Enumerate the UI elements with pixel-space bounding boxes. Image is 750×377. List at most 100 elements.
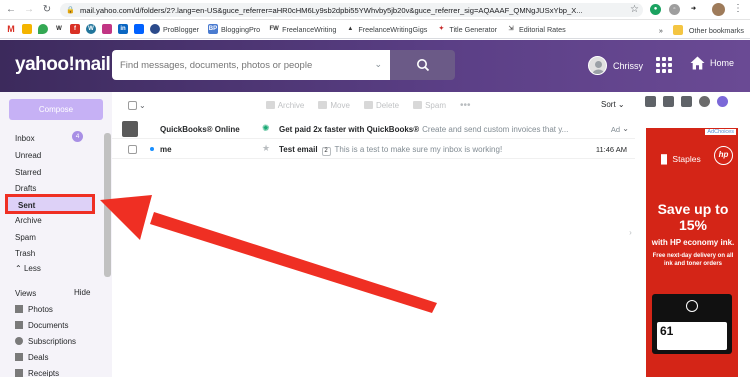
gear-icon[interactable] bbox=[717, 96, 728, 107]
sidebar-item-deals[interactable]: Deals bbox=[15, 353, 48, 362]
inbox-count-badge: 4 bbox=[72, 131, 83, 142]
table-row[interactable]: QuickBooks® Online ✺ Get paid 2x faster … bbox=[112, 119, 635, 139]
delete-button[interactable]: Delete bbox=[363, 101, 399, 110]
spam-icon bbox=[413, 101, 423, 109]
chevron-down-icon: ⌄ bbox=[617, 100, 625, 109]
spam-button[interactable]: Spam bbox=[413, 101, 446, 110]
message-time: 11:46 AM bbox=[595, 145, 627, 154]
user-name[interactable]: Chrissy bbox=[613, 61, 643, 71]
advertiser-logo-icon bbox=[122, 121, 138, 137]
bookmark-bloggingpro[interactable]: BP BloggingPro bbox=[207, 24, 260, 34]
browser-profile-avatar[interactable] bbox=[712, 3, 725, 16]
chevron-right-icon[interactable]: › bbox=[625, 228, 636, 242]
sidebar-item-subscriptions[interactable]: Subscriptions bbox=[15, 337, 76, 346]
other-bookmarks[interactable]: » Other bookmarks bbox=[659, 25, 744, 35]
bookmark-problogger[interactable]: ProBlogger bbox=[150, 24, 199, 34]
sidebar-item-sent[interactable]: Sent bbox=[5, 194, 95, 214]
sort-button[interactable]: Sort ⌄ bbox=[601, 100, 625, 109]
compose-button[interactable]: Compose bbox=[9, 99, 103, 120]
bookmark-title-generator[interactable]: ✦ Title Generator bbox=[436, 24, 497, 34]
extension-icon[interactable]: ● bbox=[650, 4, 661, 15]
ink-label: 61 bbox=[657, 322, 727, 350]
sidebar-item-photos[interactable]: Photos bbox=[15, 305, 53, 314]
search-input[interactable] bbox=[120, 59, 370, 71]
contacts-icon[interactable] bbox=[645, 96, 656, 107]
freelancewriting-icon: FW bbox=[269, 24, 280, 34]
sidebar-item-trash[interactable]: Trash bbox=[15, 249, 35, 258]
search-button[interactable] bbox=[390, 50, 455, 80]
table-row[interactable]: me ★ Test email 2 This is a test to make s… bbox=[112, 139, 635, 159]
subscriptions-label: Subscriptions bbox=[28, 337, 77, 346]
ad-badge[interactable]: Ad bbox=[611, 125, 620, 134]
star-icon[interactable]: ★ bbox=[262, 143, 270, 154]
chevron-down-icon[interactable]: ⌄ bbox=[139, 101, 146, 110]
archive-icon bbox=[265, 101, 275, 109]
select-all-checkbox[interactable] bbox=[128, 100, 137, 110]
promo-headline: Save up to 15% bbox=[657, 201, 729, 233]
row-checkbox[interactable] bbox=[128, 145, 137, 154]
views-hide-link[interactable]: Hide bbox=[74, 288, 90, 297]
dropbox-icon[interactable] bbox=[134, 24, 144, 34]
reload-icon[interactable]: ↻ bbox=[40, 3, 54, 17]
sidebar-item-inbox[interactable]: Inbox bbox=[15, 134, 35, 143]
apps-grid-icon[interactable] bbox=[656, 57, 672, 73]
lock-icon: 🔒 bbox=[66, 6, 75, 14]
sidebar-item-starred[interactable]: Starred bbox=[15, 168, 41, 177]
wikipedia-icon[interactable]: W bbox=[54, 24, 64, 34]
hp-logo: hp bbox=[714, 146, 733, 165]
problogger-icon bbox=[150, 24, 160, 34]
sidebar-scrollbar[interactable] bbox=[104, 133, 111, 277]
title-generator-icon: ✦ bbox=[436, 24, 447, 34]
wordpress-icon[interactable]: W bbox=[86, 24, 96, 34]
ink-number: 61 bbox=[660, 324, 674, 338]
sidebar-item-documents[interactable]: Documents bbox=[15, 321, 68, 330]
message-sender: me bbox=[160, 145, 172, 154]
message-subject: Get paid 2x faster with QuickBooks® Creat… bbox=[279, 125, 569, 134]
bookmark-editorial-rates[interactable]: ⇲ Editorial Rates bbox=[506, 24, 566, 34]
instagram-icon[interactable] bbox=[102, 24, 112, 34]
sidebar-item-archive[interactable]: Archive bbox=[15, 216, 42, 225]
views-heading: Views bbox=[15, 289, 37, 298]
maps-icon[interactable] bbox=[38, 24, 48, 34]
linkedin-icon[interactable]: in bbox=[118, 24, 128, 34]
yahoo-mail-header: yahoo!mail ⌄ Chrissy Home bbox=[0, 40, 750, 92]
bookmark-freelancewriting[interactable]: FW FreelanceWriting bbox=[269, 24, 336, 34]
chevron-down-icon[interactable]: ⌄ bbox=[374, 59, 382, 70]
sidebar-item-spam[interactable]: Spam bbox=[15, 233, 36, 242]
adchoices-link[interactable]: AdChoices bbox=[705, 129, 736, 135]
bookmark-star-icon[interactable]: ☆ bbox=[630, 4, 639, 15]
chevron-down-icon[interactable]: ⌄ bbox=[622, 124, 629, 133]
calendar-icon[interactable] bbox=[663, 96, 674, 107]
gdrive-icon[interactable] bbox=[22, 24, 32, 34]
sidebar-item-unread[interactable]: Unread bbox=[15, 151, 41, 160]
back-icon[interactable]: ← bbox=[4, 3, 18, 17]
browser-menu-icon[interactable]: ⋮ bbox=[733, 3, 743, 14]
avatar[interactable] bbox=[588, 56, 607, 75]
facebook-icon[interactable]: f bbox=[70, 24, 80, 34]
url-field[interactable]: 🔒 mail.yahoo.com/d/folders/2?.lang=en-US… bbox=[60, 3, 643, 17]
sidebar-item-less[interactable]: ⌃ Less bbox=[15, 264, 41, 273]
help-icon[interactable] bbox=[699, 96, 710, 107]
home-button[interactable]: Home bbox=[690, 56, 734, 70]
sidebar-item-drafts[interactable]: Drafts bbox=[15, 184, 36, 193]
yahoo-mail-logo[interactable]: yahoo!mail bbox=[15, 54, 111, 76]
bookmark-freelancewritinggigs[interactable]: ▲ FreelanceWritingGigs bbox=[345, 24, 427, 34]
home-icon bbox=[690, 56, 705, 70]
staples-ad-banner[interactable]: AdChoices ▐▌ Staples hp Save up to 15% w… bbox=[646, 128, 738, 377]
gmail-icon[interactable]: M bbox=[6, 24, 16, 34]
notepad-icon[interactable] bbox=[681, 96, 692, 107]
archive-button[interactable]: Archive bbox=[265, 101, 304, 110]
extension-icon-2[interactable]: ▫ bbox=[669, 4, 680, 15]
home-label: Home bbox=[710, 58, 735, 68]
more-icon[interactable]: ••• bbox=[460, 100, 471, 111]
move-button[interactable]: Move bbox=[318, 101, 350, 110]
bookmarks-bar: M W f W in ProBlogger BP BloggingPro FW Fr… bbox=[0, 20, 750, 39]
forward-icon[interactable]: → bbox=[22, 3, 36, 17]
editorial-rates-icon: ⇲ bbox=[506, 24, 516, 34]
annotation-arrow-shaft bbox=[150, 212, 437, 313]
receipts-label: Receipts bbox=[28, 369, 60, 377]
sidebar-item-receipts[interactable]: Receipts bbox=[15, 369, 59, 377]
extension-icon-3[interactable]: ➜ bbox=[688, 4, 699, 15]
deals-label: Deals bbox=[28, 353, 49, 362]
folder-sidebar: Compose Inbox Unread Starred Drafts Arch… bbox=[0, 92, 112, 377]
